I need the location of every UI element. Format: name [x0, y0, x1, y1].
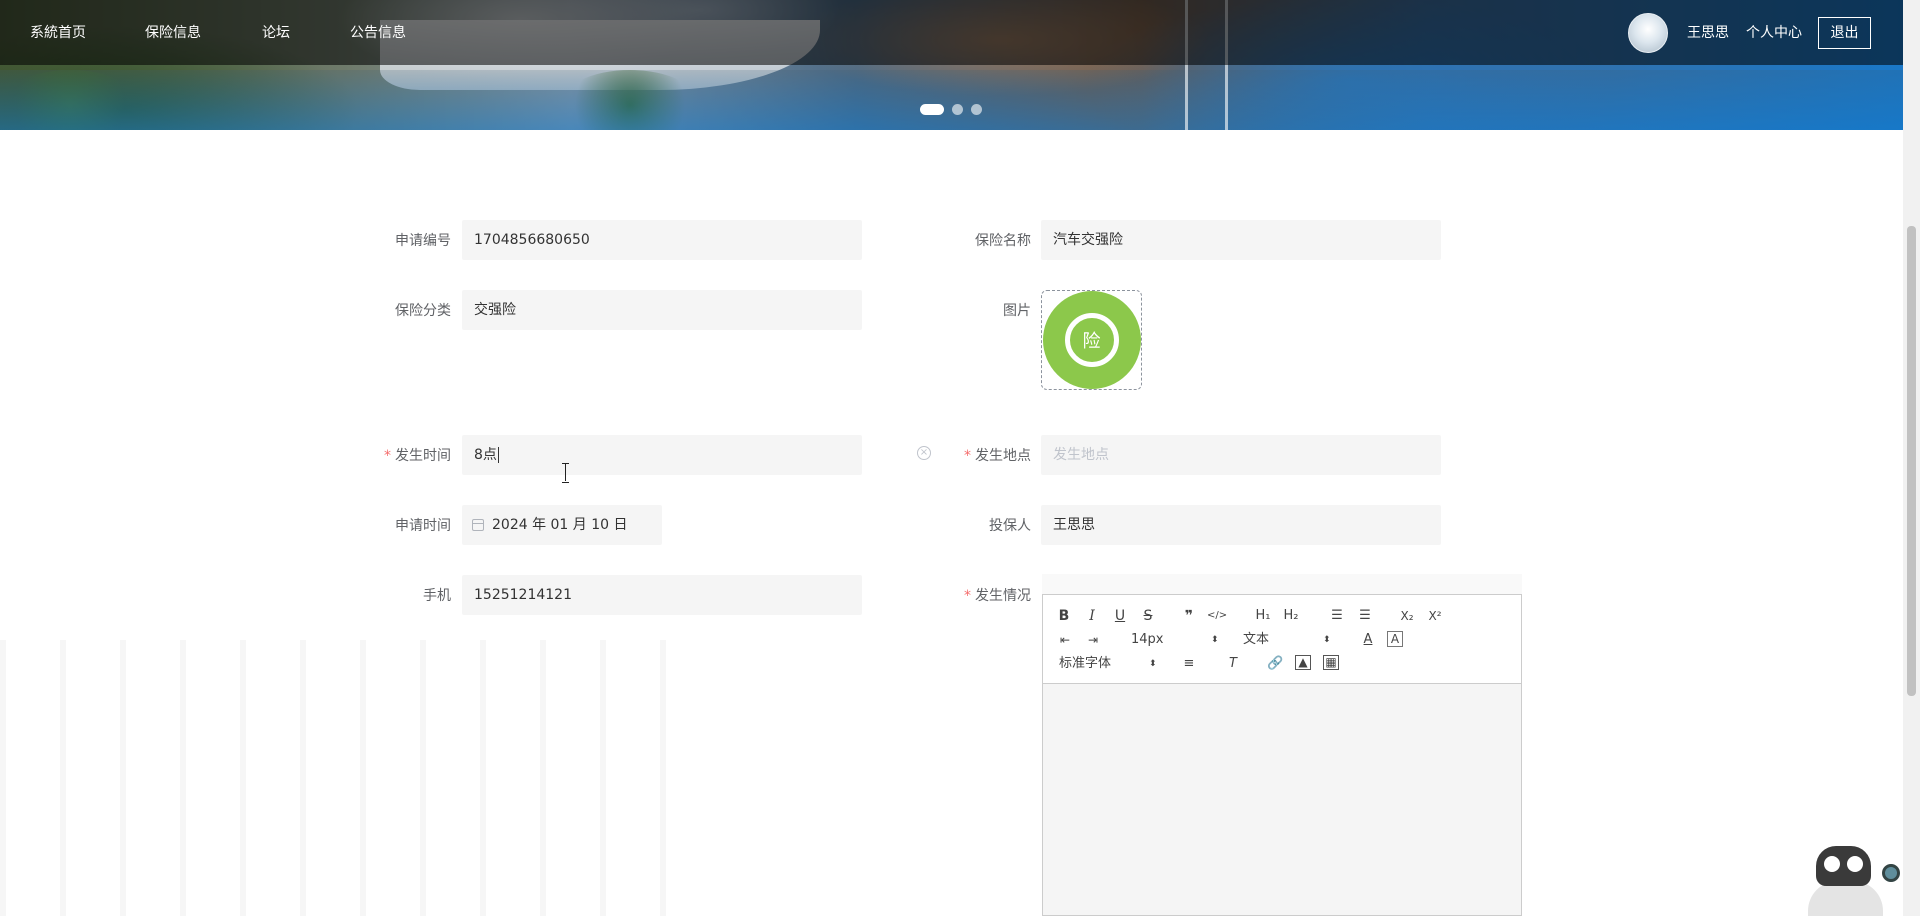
code-button[interactable]: </> [1207, 607, 1227, 625]
insurance-name-label: 保险名称 [975, 233, 1031, 249]
insurance-badge-text: 险 [1082, 331, 1101, 352]
italic-button[interactable]: I [1085, 607, 1099, 625]
apply-time-value: 2024 年 01 月 10 日 [492, 517, 628, 533]
apply-time-date-picker[interactable]: 2024 年 01 月 10 日 [462, 505, 662, 545]
nav-item-forum[interactable]: 论坛 [262, 22, 290, 42]
strike-button[interactable]: S [1141, 607, 1155, 625]
select-arrows-icon: ⬍ [1211, 635, 1219, 645]
nav-item-home[interactable]: 系統首页 [30, 22, 86, 42]
block-format-select[interactable]: 文本 ⬍ [1243, 631, 1331, 649]
background-watermark [0, 640, 700, 916]
font-family-select[interactable]: 标准字体 ⬍ [1059, 655, 1157, 673]
h1-button[interactable]: H₁ [1253, 607, 1273, 625]
required-star: * [964, 448, 971, 464]
occurrence-location-label-text: 发生地点 [975, 448, 1031, 464]
ordered-list-icon[interactable]: ☰ [1329, 607, 1345, 625]
font-size-value: 14px [1131, 632, 1164, 647]
font-family-value: 标准字体 [1059, 656, 1112, 671]
select-arrows-icon: ⬍ [1323, 635, 1331, 645]
image-icon[interactable]: ▲ [1295, 655, 1311, 670]
image-label: 图片 [1003, 303, 1031, 319]
shield-icon: 险 [1064, 313, 1119, 367]
nav-item-announcements[interactable]: 公告信息 [350, 22, 406, 42]
editor-toolbar: B I U S ❞ </> H₁ H₂ ☰ ☰ X₂ X² ⇤ ⇥ 14px ⬍… [1043, 595, 1521, 684]
insurance-image: 险 [1042, 291, 1141, 389]
application-number-label: 申请编号 [395, 233, 451, 249]
carousel-dot[interactable] [971, 104, 982, 115]
page-scrollbar[interactable] [1903, 0, 1920, 916]
superscript-button[interactable]: X² [1425, 607, 1445, 625]
logout-button[interactable]: 退出 [1818, 17, 1871, 49]
font-size-select[interactable]: 14px ⬍ [1131, 631, 1219, 649]
occurrence-time-value: 8点 [474, 447, 497, 463]
occurrence-location-field[interactable]: 发生地点 [1041, 435, 1441, 475]
subscript-button[interactable]: X₂ [1397, 607, 1417, 625]
align-icon[interactable]: ≡ [1181, 655, 1197, 673]
mascot-eye [1847, 856, 1863, 872]
occurrence-time-field[interactable]: 8点 [462, 435, 862, 475]
avatar[interactable] [1628, 13, 1668, 53]
font-color-icon[interactable]: A [1361, 631, 1375, 649]
mascot-widget[interactable] [1808, 846, 1903, 916]
insurance-category-field[interactable]: 交强险 [462, 290, 862, 330]
mascot-body [1808, 881, 1883, 916]
nav-item-insurance[interactable]: 保险信息 [145, 22, 201, 42]
bold-button[interactable]: B [1057, 607, 1071, 625]
block-format-value: 文本 [1243, 632, 1270, 647]
video-icon[interactable]: ▦ [1323, 655, 1339, 670]
underline-button[interactable]: U [1113, 607, 1127, 625]
mascot-ball [1882, 864, 1900, 882]
carousel-dot[interactable] [952, 104, 963, 115]
policyholder-field[interactable]: 王思思 [1041, 505, 1441, 545]
occurrence-time-label-text: 发生时间 [395, 448, 451, 464]
phone-field[interactable]: 15251214121 [462, 575, 862, 615]
apply-time-label: 申请时间 [395, 518, 451, 534]
insurance-image-upload[interactable]: 险 [1041, 290, 1142, 390]
indent-icon[interactable]: ⇥ [1085, 631, 1101, 649]
link-icon[interactable]: 🔗 [1267, 655, 1283, 673]
rich-text-editor[interactable]: B I U S ❞ </> H₁ H₂ ☰ ☰ X₂ X² ⇤ ⇥ 14px ⬍… [1042, 594, 1522, 916]
required-star: * [964, 588, 971, 604]
top-navbar: 系統首页 保险信息 论坛 公告信息 王思思 个人中心 退出 [0, 0, 1903, 65]
insurance-category-label: 保险分类 [395, 303, 451, 319]
insurance-name-field[interactable]: 汽车交强险 [1041, 220, 1441, 260]
outdent-icon[interactable]: ⇤ [1057, 631, 1073, 649]
personal-center-link[interactable]: 个人中心 [1746, 22, 1802, 42]
scrollbar-thumb[interactable] [1907, 226, 1916, 696]
occurrence-details-label-text: 发生情况 [975, 588, 1031, 604]
policyholder-label: 投保人 [989, 518, 1031, 534]
text-cursor-icon [562, 463, 570, 483]
carousel-indicators [920, 104, 982, 115]
editor-top-strip [1042, 574, 1522, 594]
occurrence-details-label: * 发生情况 [920, 585, 1031, 605]
application-number-field[interactable]: 1704856680650 [462, 220, 862, 260]
background-color-icon[interactable]: A [1387, 631, 1403, 647]
text-caret [497, 447, 499, 463]
h2-button[interactable]: H₂ [1281, 607, 1301, 625]
phone-label: 手机 [423, 588, 451, 604]
mascot-eye [1824, 856, 1840, 872]
occurrence-location-label: * 发生地点 [920, 445, 1031, 465]
user-name[interactable]: 王思思 [1687, 22, 1729, 42]
clear-format-icon[interactable]: T [1225, 655, 1241, 673]
banner-water [0, 70, 1903, 130]
occurrence-time-label: * 发生时间 [340, 445, 451, 465]
calendar-icon [472, 519, 484, 531]
mascot-head [1816, 846, 1871, 886]
carousel-dot[interactable] [920, 104, 944, 115]
editor-content-area[interactable] [1043, 684, 1521, 915]
select-arrows-icon: ⬍ [1149, 659, 1157, 669]
blockquote-button[interactable]: ❞ [1181, 607, 1197, 625]
required-star: * [384, 448, 391, 464]
bullet-list-icon[interactable]: ☰ [1357, 607, 1373, 625]
